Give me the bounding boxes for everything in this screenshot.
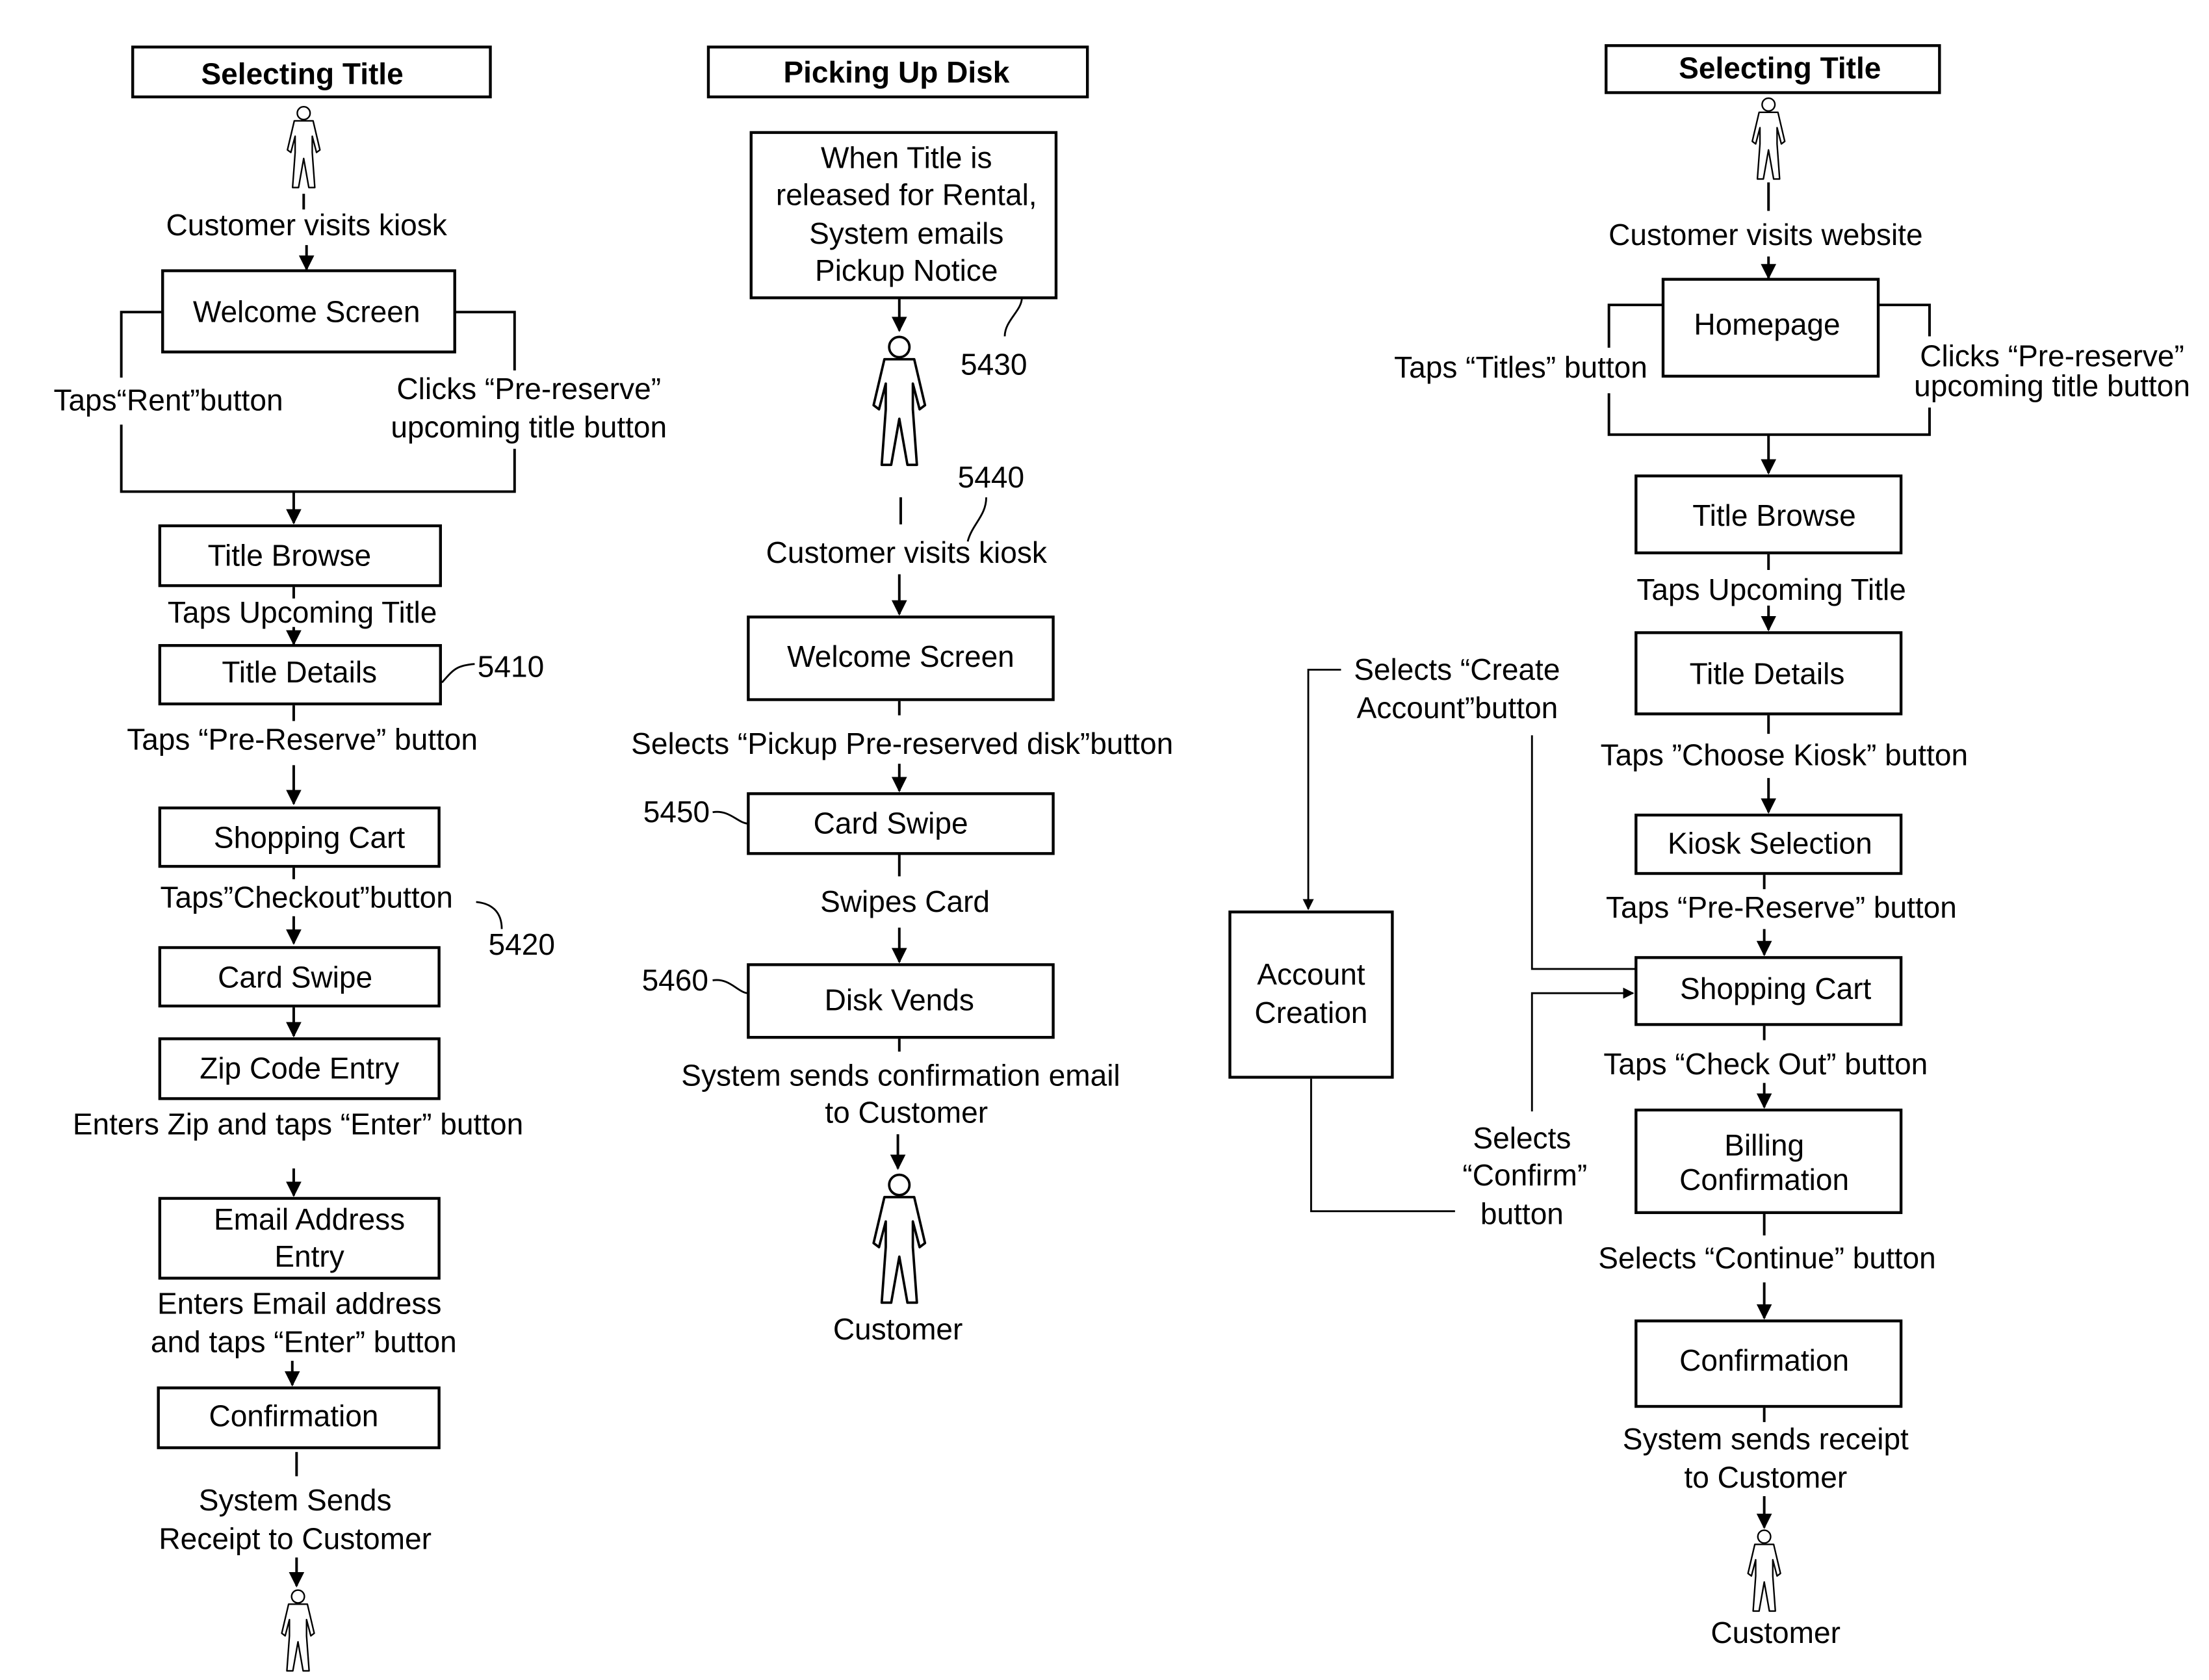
box-label-line-1: Billing bbox=[1724, 1128, 1804, 1162]
box-label: Title Details bbox=[222, 655, 377, 689]
box-label: Title Details bbox=[1690, 656, 1845, 690]
step-label: Taps Upcoming Title bbox=[168, 595, 437, 629]
customer-icon bbox=[873, 337, 925, 465]
customer-icon bbox=[1747, 1529, 1782, 1612]
box-label: Disk Vends bbox=[825, 983, 974, 1017]
box-label-line-1: Account bbox=[1257, 957, 1365, 991]
side-label-confirm-1: Selects bbox=[1473, 1121, 1571, 1155]
side-label-confirm-2: “Confirm” bbox=[1462, 1158, 1587, 1192]
step-label-line-2: Receipt to Customer bbox=[159, 1521, 432, 1555]
column-picking-up-disk: Picking Up Disk When Title is released f… bbox=[631, 45, 1173, 1346]
box-label: Shopping Cart bbox=[214, 821, 405, 855]
customer-label: Customer bbox=[833, 1312, 963, 1346]
box-label: Welcome Screen bbox=[193, 295, 420, 329]
box-label: Shopping Cart bbox=[1680, 972, 1871, 1005]
header-title: Selecting Title bbox=[201, 57, 403, 90]
reference-number: 5450 bbox=[643, 795, 710, 829]
step-label-line-1: System sends confirmation email bbox=[681, 1059, 1120, 1092]
reference-number: 5460 bbox=[642, 963, 708, 997]
side-label-create-account-2: Account”button bbox=[1357, 691, 1558, 725]
box-label-line-2: Creation bbox=[1254, 996, 1367, 1029]
step-label-line-1: Enters Email address bbox=[157, 1287, 441, 1321]
box-label-line-2: Entry bbox=[274, 1239, 344, 1273]
box-label-line-2: released for Rental, bbox=[776, 178, 1037, 212]
customer-icon bbox=[286, 105, 321, 188]
box-label: Title Browse bbox=[1692, 498, 1856, 532]
box-label: Welcome Screen bbox=[787, 640, 1014, 673]
step-label: Taps “Check Out” button bbox=[1603, 1047, 1928, 1081]
column-kiosk-selecting-title: Selecting Title Customer visits kiosk We… bbox=[53, 45, 667, 1672]
box-label: Confirmation bbox=[209, 1399, 378, 1433]
step-label-line-2: to Customer bbox=[825, 1096, 988, 1130]
reference-number: 5440 bbox=[958, 460, 1024, 494]
branch-label-prereserve-2: upcoming title button bbox=[391, 410, 667, 444]
step-label: Selects “Continue” button bbox=[1598, 1241, 1935, 1274]
box-label: Confirmation bbox=[1679, 1343, 1849, 1377]
box-label-line-3: System emails bbox=[809, 216, 1003, 250]
customer-icon bbox=[281, 1589, 315, 1672]
branch-label-prereserve-1: Clicks “Pre-reserve” bbox=[1920, 339, 2184, 372]
step-label: Enters Zip and taps “Enter” button bbox=[73, 1107, 523, 1141]
reference-number: 5420 bbox=[489, 927, 555, 961]
reference-number: 5430 bbox=[961, 348, 1027, 381]
step-label: Customer visits website bbox=[1608, 218, 1922, 252]
box-label: Card Swipe bbox=[218, 960, 372, 994]
box-label: Homepage bbox=[1694, 307, 1840, 341]
step-label-line-2: to Customer bbox=[1684, 1460, 1847, 1494]
header-title: Picking Up Disk bbox=[783, 55, 1009, 89]
step-label: Swipes Card bbox=[820, 885, 990, 918]
header-title: Selecting Title bbox=[1679, 51, 1881, 85]
flow-diagram: Selecting Title Customer visits kiosk We… bbox=[53, 44, 2190, 1672]
step-label: Taps “Pre-Reserve” button bbox=[127, 722, 478, 756]
branch-label-titles: Taps “Titles” button bbox=[1394, 350, 1647, 384]
step-label: Taps”Checkout”button bbox=[161, 881, 453, 914]
step-label: Taps ”Choose Kiosk” button bbox=[1601, 738, 1968, 771]
branch-label-prereserve-1: Clicks “Pre-reserve” bbox=[396, 372, 661, 406]
side-label-confirm-3: button bbox=[1480, 1196, 1564, 1230]
box-label: Title Browse bbox=[208, 538, 372, 572]
step-label-line-1: System Sends bbox=[199, 1483, 392, 1517]
box-label-line-1: When Title is bbox=[821, 141, 992, 175]
box-label: Card Swipe bbox=[814, 807, 968, 840]
column-web-selecting-title: Selecting Title Customer visits website … bbox=[1228, 44, 2190, 1649]
customer-icon bbox=[1751, 97, 1786, 180]
step-label-line-1: System sends receipt bbox=[1623, 1422, 1909, 1456]
account-creation-box bbox=[1228, 911, 1394, 1079]
step-label: Customer visits kiosk bbox=[166, 208, 448, 242]
reference-number: 5410 bbox=[478, 649, 544, 683]
branch-label-prereserve-2: upcoming title button bbox=[1914, 369, 2190, 403]
box-label-line-2: Confirmation bbox=[1679, 1163, 1849, 1196]
step-label-line-2: and taps “Enter” button bbox=[151, 1325, 457, 1359]
box-label: Zip Code Entry bbox=[200, 1052, 399, 1085]
side-label-create-account-1: Selects “Create bbox=[1354, 653, 1560, 686]
step-label: Taps “Pre-Reserve” button bbox=[1606, 890, 1957, 924]
customer-icon bbox=[873, 1175, 925, 1303]
box-label: Kiosk Selection bbox=[1668, 826, 1872, 860]
step-label: Customer visits kiosk bbox=[766, 536, 1048, 569]
box-label-line-4: Pickup Notice bbox=[815, 253, 998, 287]
step-label: Selects “Pickup Pre-reserved disk”button bbox=[631, 727, 1173, 760]
box-label-line-1: Email Address bbox=[214, 1202, 405, 1236]
customer-label: Customer bbox=[1711, 1616, 1841, 1649]
step-label: Taps Upcoming Title bbox=[1636, 573, 1905, 606]
branch-label-rent: Taps“Rent”button bbox=[53, 383, 283, 417]
